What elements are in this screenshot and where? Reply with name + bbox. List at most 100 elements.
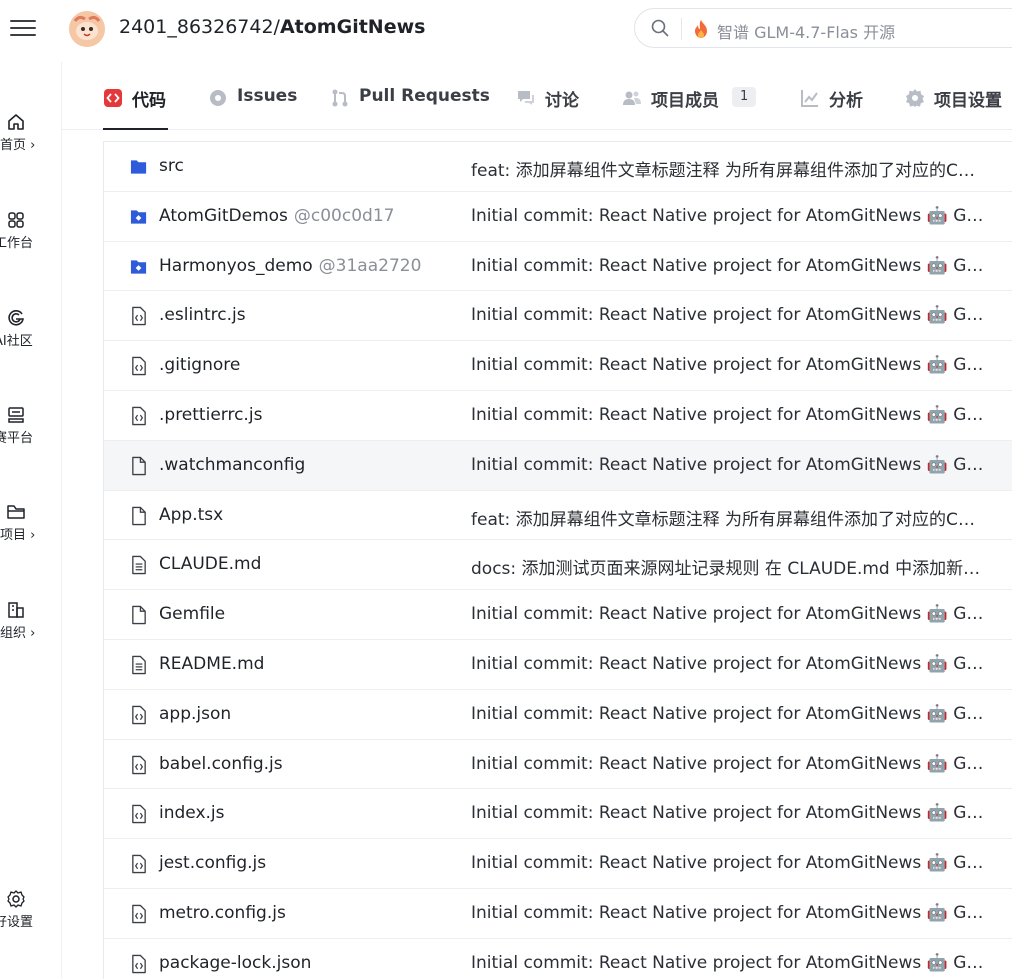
file-row[interactable]: metro.config.js Initial commit: React Nat… xyxy=(104,889,1012,939)
file-name[interactable]: app.json xyxy=(159,704,231,724)
file-name-link[interactable]: AtomGitDemos @c00c0d17 xyxy=(159,206,394,226)
file-name[interactable]: Gemfile xyxy=(159,604,225,624)
file-row[interactable]: .eslintrc.js Initial commit: React Native… xyxy=(104,291,1012,342)
submodule-commit-hash[interactable]: @31aa2720 xyxy=(319,256,422,276)
file-name-link[interactable]: metro.config.js xyxy=(159,903,286,923)
file-name-link[interactable]: .eslintrc.js xyxy=(159,305,246,325)
code-file-icon xyxy=(132,705,146,724)
file-name-link[interactable]: src xyxy=(159,156,184,176)
sidebar-item-ai-community[interactable]: AI社区 xyxy=(0,308,62,364)
submodule-commit-hash[interactable]: @c00c0d17 xyxy=(294,206,395,226)
file-row[interactable]: jest.config.js Initial commit: React Nati… xyxy=(104,839,1012,889)
hamburger-menu-icon[interactable] xyxy=(10,15,36,41)
file-row[interactable]: README.md Initial commit: React Native pr… xyxy=(104,640,1012,690)
sidebar-item-settings[interactable]: 好设置 xyxy=(0,889,62,945)
file-name[interactable]: package-lock.json xyxy=(159,953,311,973)
file-row[interactable]: .watchmanconfig Initial commit: React Nat… xyxy=(104,440,1012,491)
commit-message[interactable]: Initial commit: React Native project for… xyxy=(471,206,985,226)
file-row[interactable]: AtomGitDemos @c00c0d17 Initial commit: Rea… xyxy=(104,192,1012,242)
file-row[interactable]: App.tsx feat: 添加屏幕组件文章标题注释 为所有屏幕组件添加了对应的C… xyxy=(104,491,1012,541)
file-name-link[interactable]: .gitignore xyxy=(159,355,240,375)
tab-discussion[interactable]: 讨论 xyxy=(516,86,586,130)
repo-owner[interactable]: 2401_86326742/ xyxy=(119,16,280,38)
file-name[interactable]: .prettierrc.js xyxy=(159,405,262,425)
commit-message[interactable]: Initial commit: React Native project for… xyxy=(471,405,985,425)
file-name[interactable]: App.tsx xyxy=(159,505,223,525)
commit-message[interactable]: Initial commit: React Native project for… xyxy=(471,654,985,674)
file-name[interactable]: AtomGitDemos xyxy=(159,206,288,226)
file-row[interactable]: package-lock.json Initial commit: React N… xyxy=(104,939,1012,979)
commit-message[interactable]: Initial commit: React Native project for… xyxy=(471,355,985,375)
file-name[interactable]: Harmonyos_demo xyxy=(159,256,313,276)
commit-message[interactable]: Initial commit: React Native project for… xyxy=(471,754,985,774)
sidebar-item-competition[interactable]: 赛平台 xyxy=(0,405,62,461)
file-name[interactable]: jest.config.js xyxy=(159,853,266,873)
file-name[interactable]: .watchmanconfig xyxy=(159,455,305,475)
file-name[interactable]: index.js xyxy=(159,803,225,823)
file-name[interactable]: README.md xyxy=(159,654,264,674)
file-name-link[interactable]: App.tsx xyxy=(159,505,223,525)
file-name[interactable]: .eslintrc.js xyxy=(159,305,246,325)
commit-message[interactable]: Initial commit: React Native project for… xyxy=(471,256,985,276)
file-name-link[interactable]: CLAUDE.md xyxy=(159,554,261,574)
commit-message[interactable]: docs: 添加测试页面来源网址记录规则 在 CLAUDE.md 中添加新的规则… xyxy=(471,554,985,579)
file-name-link[interactable]: README.md xyxy=(159,654,264,674)
commit-message[interactable]: Initial commit: React Native project for… xyxy=(471,903,985,923)
repo-name[interactable]: AtomGitNews xyxy=(280,16,425,38)
home-icon xyxy=(8,114,24,130)
tab-members[interactable]: 项目成员 1 xyxy=(622,86,762,130)
file-name[interactable]: metro.config.js xyxy=(159,903,286,923)
file-name-link[interactable]: app.json xyxy=(159,704,231,724)
sidebar-item-workbench[interactable]: 工作台 xyxy=(0,210,62,266)
search-icon[interactable] xyxy=(650,18,670,38)
file-row[interactable]: app.json Initial commit: React Native pro… xyxy=(104,690,1012,740)
file-name[interactable]: src xyxy=(159,156,184,176)
commit-message[interactable]: Initial commit: React Native project for… xyxy=(471,803,985,823)
file-name-link[interactable]: Gemfile xyxy=(159,604,225,624)
commit-message[interactable]: Initial commit: React Native project for… xyxy=(471,953,985,973)
file-row[interactable]: babel.config.js Initial commit: React Nat… xyxy=(104,740,1012,790)
file-name-link[interactable]: .prettierrc.js xyxy=(159,405,262,425)
file-name-link[interactable]: Harmonyos_demo @31aa2720 xyxy=(159,256,421,276)
sidebar-item-label: 项目 › xyxy=(0,528,36,543)
file-row[interactable]: Gemfile Initial commit: React Native proj… xyxy=(104,590,1012,640)
code-file-icon xyxy=(132,954,146,973)
tab-analytics[interactable]: 分析 xyxy=(800,86,870,130)
file-name-link[interactable]: .watchmanconfig xyxy=(159,455,305,475)
commit-message[interactable]: Initial commit: React Native project for… xyxy=(471,853,985,873)
sidebar-item-label: AI社区 xyxy=(0,334,33,349)
sidebar-item-organization[interactable]: 组织 › xyxy=(0,600,62,656)
submodule-icon xyxy=(130,259,147,274)
file-row[interactable]: .gitignore Initial commit: React Native p… xyxy=(104,341,1012,391)
file-name[interactable]: .gitignore xyxy=(159,355,240,375)
file-name-link[interactable]: index.js xyxy=(159,803,225,823)
search-box[interactable]: 智谱 GLM-4.7-Flas 开源 xyxy=(634,8,1012,48)
file-row[interactable]: Harmonyos_demo @31aa2720 Initial commit: R… xyxy=(104,242,1012,292)
file-name-link[interactable]: package-lock.json xyxy=(159,953,311,973)
file-name-link[interactable]: babel.config.js xyxy=(159,754,283,774)
commit-message[interactable]: Initial commit: React Native project for… xyxy=(471,704,985,724)
avatar[interactable] xyxy=(69,11,105,47)
file-name[interactable]: babel.config.js xyxy=(159,754,283,774)
file-name-link[interactable]: jest.config.js xyxy=(159,853,266,873)
tab-pull-requests[interactable]: Pull Requests xyxy=(330,86,490,130)
file-row[interactable]: index.js Initial commit: React Native pro… xyxy=(104,789,1012,840)
tab-code[interactable]: 代码 xyxy=(103,86,168,130)
members-count-badge: 1 xyxy=(732,87,757,107)
tab-issues[interactable]: Issues xyxy=(208,86,298,130)
sidebar-item-label: 组织 › xyxy=(0,626,36,641)
repo-title[interactable]: 2401_86326742/AtomGitNews xyxy=(119,16,425,38)
tab-label: 分析 xyxy=(829,91,863,111)
file-row[interactable]: CLAUDE.md docs: 添加测试页面来源网址记录规则 在 CLAUDE.m… xyxy=(104,540,1012,591)
file-row[interactable]: src feat: 添加屏幕组件文章标题注释 为所有屏幕组件添加了对应的CSDN文… xyxy=(104,142,1012,192)
file-row[interactable]: .prettierrc.js Initial commit: React Nati… xyxy=(104,391,1012,441)
tab-project-settings[interactable]: 项目设置 xyxy=(905,86,1010,130)
commit-message[interactable]: Initial commit: React Native project for… xyxy=(471,455,985,475)
commit-message[interactable]: Initial commit: React Native project for… xyxy=(471,305,985,325)
commit-message[interactable]: feat: 添加屏幕组件文章标题注释 为所有屏幕组件添加了对应的CSDN文章标题… xyxy=(471,156,985,181)
sidebar-item-projects[interactable]: 项目 › xyxy=(0,502,62,558)
commit-message[interactable]: feat: 添加屏幕组件文章标题注释 为所有屏幕组件添加了对应的CSDN文章标题… xyxy=(471,505,985,530)
file-name[interactable]: CLAUDE.md xyxy=(159,554,261,574)
sidebar-item-home[interactable]: 首页 › xyxy=(0,112,62,168)
commit-message[interactable]: Initial commit: React Native project for… xyxy=(471,604,985,624)
